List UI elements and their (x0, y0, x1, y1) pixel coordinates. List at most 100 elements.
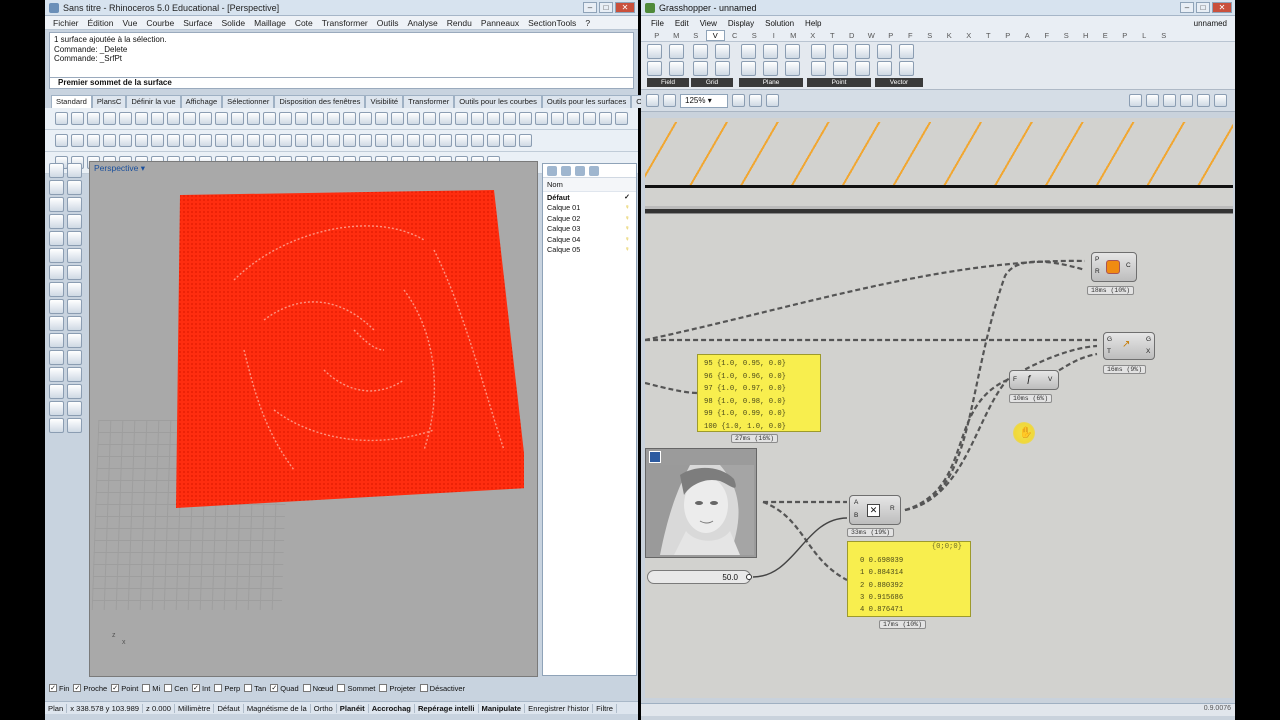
toolbar-tool-icon[interactable] (503, 134, 516, 147)
menu-sectiontools[interactable]: SectionTools (528, 18, 576, 28)
ribbon-tool-icon[interactable] (741, 61, 756, 76)
layer-row[interactable]: Défaut ✓ (543, 192, 636, 203)
layer-row[interactable]: Calque 01 ♀ (543, 203, 636, 214)
toolbar-tool-icon[interactable] (343, 112, 356, 125)
ribbon-tool-icon[interactable] (669, 44, 684, 59)
toolbar-tool-icon[interactable] (135, 134, 148, 147)
toolbar-tool-icon[interactable] (535, 112, 548, 125)
checkbox[interactable]: ✓ (49, 684, 57, 692)
toolbar-tool-icon[interactable] (567, 112, 580, 125)
category-tab[interactable]: S (686, 31, 706, 40)
category-tab[interactable]: M (784, 31, 804, 40)
side-tool-icon[interactable] (49, 231, 64, 246)
toolbar-tool-icon[interactable] (391, 112, 404, 125)
checkbox[interactable] (337, 684, 346, 692)
component-fv[interactable]: F V ƒ (1009, 370, 1059, 390)
osnap-1[interactable]: ✓ Proche (73, 684, 107, 693)
ribbon-tool-icon[interactable] (647, 44, 662, 59)
gh-minimize-button[interactable]: – (1180, 2, 1194, 13)
category-tab[interactable]: X (803, 31, 823, 40)
menu-courbe[interactable]: Courbe (146, 18, 174, 28)
toolbar-tool-icon[interactable] (455, 112, 468, 125)
side-tool-icon[interactable] (49, 350, 64, 365)
ribbon-group-vector[interactable]: Vector (875, 78, 923, 87)
gh-menu-display[interactable]: Display (728, 19, 754, 28)
toolbar-tool-icon[interactable] (183, 112, 196, 125)
status-units[interactable]: Millimètre (175, 703, 215, 713)
gh-close-button[interactable]: ✕ (1212, 2, 1232, 13)
menu-analyse[interactable]: Analyse (408, 18, 438, 28)
toolbar-tool-icon[interactable] (375, 112, 388, 125)
menu-cote[interactable]: Cote (295, 18, 313, 28)
status-osnap[interactable]: Accrochag (369, 703, 415, 713)
side-tool-icon[interactable] (67, 163, 82, 178)
output-panel-colors[interactable]: 95 {1.0, 0.95, 0.0} 96 {1.0, 0.96, 0.0} 97… (697, 354, 821, 432)
component-gt[interactable]: G T G X ↗ (1103, 332, 1155, 360)
toolbar-tool-icon[interactable] (103, 134, 116, 147)
checkbox[interactable] (302, 684, 311, 692)
toolbar-tool-icon[interactable] (343, 134, 356, 147)
gh-maximize-button[interactable]: □ (1196, 2, 1210, 13)
side-tool-icon[interactable] (49, 316, 64, 331)
ribbon-group-plane[interactable]: Plane (739, 78, 803, 87)
toolbar-tool-icon[interactable] (167, 112, 180, 125)
toolbar-tool-icon[interactable] (71, 134, 84, 147)
osnap-12[interactable]: Désactiver (419, 684, 465, 693)
toolbar-tool-icon[interactable] (359, 134, 372, 147)
ribbon-tool-icon[interactable] (693, 44, 708, 59)
side-tool-icon[interactable] (49, 333, 64, 348)
display-tab-icon[interactable] (575, 166, 585, 176)
toolbar-tool-icon[interactable] (311, 134, 324, 147)
side-tool-icon[interactable] (49, 367, 64, 382)
perspective-viewport[interactable]: Perspective ▾ z x (89, 161, 538, 677)
preview-wire-icon[interactable] (1129, 94, 1142, 107)
toolbar-tool-icon[interactable] (487, 134, 500, 147)
mesh-settings-icon[interactable] (1180, 94, 1193, 107)
osnap-8[interactable]: ✓ Quad (270, 684, 299, 693)
ribbon-tool-icon[interactable] (855, 44, 870, 59)
category-tab[interactable]: M (667, 31, 687, 40)
category-tab[interactable]: W (862, 31, 882, 40)
side-tool-icon[interactable] (67, 282, 82, 297)
category-tab[interactable]: P (1115, 31, 1135, 40)
preview-eye-icon[interactable] (749, 94, 762, 107)
tab-affichage[interactable]: Affichage (180, 95, 223, 108)
checkbox[interactable] (214, 684, 223, 692)
status-grid-snap[interactable]: Magnétisme de la (244, 703, 311, 713)
category-tab[interactable]: P (647, 31, 667, 40)
toolbar-tool-icon[interactable] (295, 112, 308, 125)
category-tab[interactable]: V (705, 30, 725, 41)
menu-maillage[interactable]: Maillage (254, 18, 286, 28)
side-tool-icon[interactable] (67, 401, 82, 416)
ribbon-tool-icon[interactable] (811, 44, 826, 59)
toolbar-tool-icon[interactable] (423, 112, 436, 125)
side-tool-icon[interactable] (67, 248, 82, 263)
ribbon-tool-icon[interactable] (763, 61, 778, 76)
category-tab[interactable]: F (1037, 31, 1057, 40)
menu-solide[interactable]: Solide (222, 18, 246, 28)
status-ortho[interactable]: Ortho (311, 703, 337, 713)
tab-disposition[interactable]: Disposition des fenêtres (274, 95, 366, 108)
slider-output-grip[interactable] (746, 574, 752, 580)
category-tab[interactable]: S (920, 31, 940, 40)
category-tab[interactable]: I (764, 31, 784, 40)
osnap-7[interactable]: Tan (244, 684, 266, 693)
maximize-button[interactable]: □ (599, 2, 613, 13)
ribbon-tool-icon[interactable] (647, 61, 662, 76)
toolbar-tool-icon[interactable] (199, 112, 212, 125)
ribbon-tool-icon[interactable] (715, 61, 730, 76)
tab-transformer[interactable]: Transformer (403, 95, 455, 108)
osnap-11[interactable]: Projeter (379, 684, 416, 693)
side-tool-icon[interactable] (67, 316, 82, 331)
preview-selected-icon[interactable] (1163, 94, 1176, 107)
toolbar-tool-icon[interactable] (327, 134, 340, 147)
sketch-pen-icon[interactable] (766, 94, 779, 107)
side-tool-icon[interactable] (67, 384, 82, 399)
toolbar-tool-icon[interactable] (183, 134, 196, 147)
toolbar-tool-icon[interactable] (375, 134, 388, 147)
status-planar[interactable]: Planéit (337, 703, 369, 713)
side-tool-icon[interactable] (49, 401, 64, 416)
tab-plansc[interactable]: PlansC (91, 95, 127, 108)
checkbox[interactable] (379, 684, 388, 692)
toolbar-tool-icon[interactable] (439, 134, 452, 147)
